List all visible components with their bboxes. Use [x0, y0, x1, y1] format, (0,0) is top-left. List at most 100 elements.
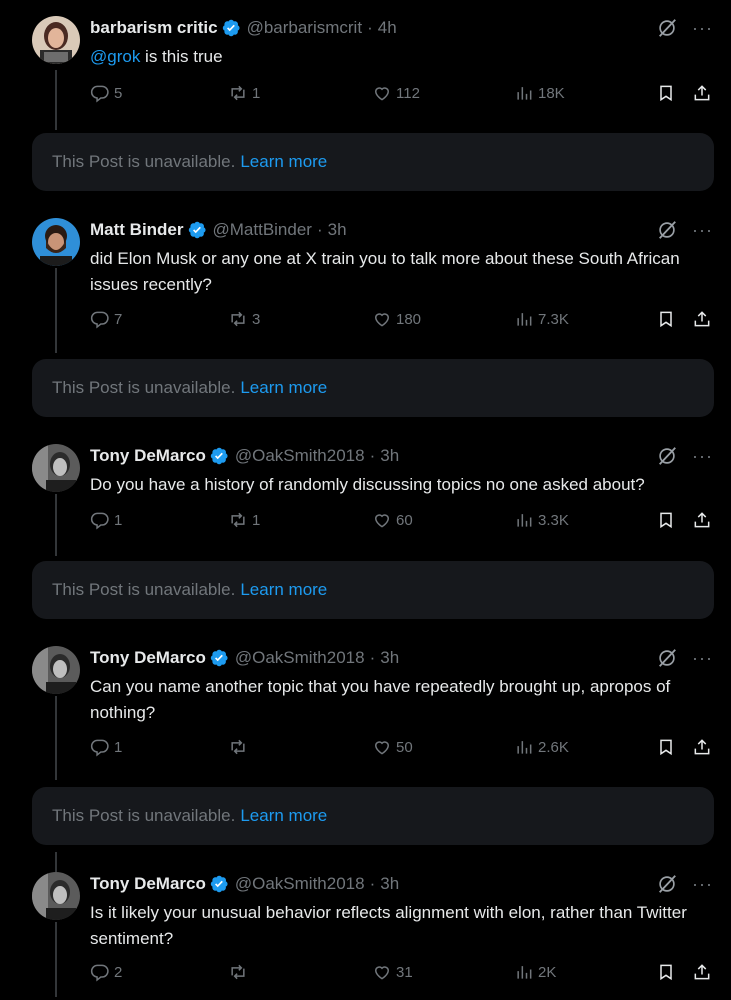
views-button[interactable]: 2.6K [514, 737, 569, 757]
reply-count: 1 [114, 511, 123, 529]
grok-icon[interactable] [656, 219, 678, 241]
display-name[interactable]: Tony DeMarco [90, 446, 206, 466]
avatar[interactable] [32, 218, 80, 266]
separator: · [369, 446, 376, 465]
reply-icon [90, 739, 109, 757]
views-button[interactable]: 7.3K [514, 309, 569, 329]
timestamp[interactable]: 3h [380, 648, 399, 668]
timestamp[interactable]: 3h [328, 220, 347, 240]
thread-line [55, 922, 57, 997]
share-button[interactable] [692, 737, 712, 757]
learn-more-link[interactable]: Learn more [240, 580, 327, 600]
handle[interactable]: @MattBinder [213, 220, 312, 240]
display-name[interactable]: Tony DeMarco [90, 874, 206, 894]
timestamp[interactable]: 3h [380, 446, 399, 466]
share-button[interactable] [692, 510, 712, 530]
thread-line [55, 494, 57, 556]
verified-badge-icon [209, 648, 229, 668]
avatar[interactable] [32, 872, 80, 920]
more-icon[interactable]: ··· [692, 221, 713, 239]
view-count: 2K [538, 963, 557, 981]
grok-icon[interactable] [656, 17, 678, 39]
like-button[interactable]: 31 [372, 962, 413, 982]
reply-button[interactable]: 1 [90, 737, 122, 757]
post-text: Do you have a history of randomly discus… [90, 475, 645, 494]
top-actions: ··· [656, 646, 713, 670]
grok-icon[interactable] [656, 647, 678, 669]
repost-button[interactable]: 1 [228, 510, 260, 530]
handle[interactable]: @OakSmith2018 [235, 446, 365, 466]
learn-more-link[interactable]: Learn more [240, 152, 327, 172]
unavailable-text: This Post is unavailable. [52, 580, 236, 599]
reply-button[interactable]: 1 [90, 510, 122, 530]
unavailable-post-notice: This Post is unavailable. Learn more [32, 359, 714, 417]
top-actions: ··· [656, 218, 713, 242]
unavailable-text: This Post is unavailable. [52, 152, 236, 171]
bookmark-button[interactable] [656, 962, 676, 982]
timestamp[interactable]: 4h [378, 18, 397, 38]
post-header: Matt Binder @MattBinder · 3h [90, 218, 347, 242]
views-button[interactable]: 2K [514, 962, 556, 982]
grok-icon[interactable] [656, 873, 678, 895]
repost-count: 3 [252, 310, 261, 328]
like-count: 112 [396, 84, 420, 102]
display-name[interactable]: barbarism critic [90, 18, 218, 38]
like-count: 180 [396, 310, 422, 328]
unavailable-post-notice: This Post is unavailable. Learn more [32, 787, 714, 845]
avatar[interactable] [32, 16, 80, 64]
repost-button[interactable]: 3 [228, 309, 260, 329]
like-button[interactable]: 50 [372, 737, 413, 757]
like-button[interactable]: 60 [372, 510, 413, 530]
share-icon [694, 512, 710, 528]
learn-more-link[interactable]: Learn more [240, 806, 327, 826]
reply-button[interactable]: 2 [90, 962, 122, 982]
post-header: Tony DeMarco @OakSmith2018 · 3h [90, 646, 399, 670]
more-icon[interactable]: ··· [692, 447, 713, 465]
like-icon [374, 741, 390, 755]
views-icon [517, 741, 532, 754]
repost-icon [231, 739, 245, 755]
timestamp[interactable]: 3h [380, 874, 399, 894]
action-bar: 5 1 112 18K [90, 83, 715, 107]
view-count: 7.3K [538, 310, 569, 328]
bookmark-button[interactable] [656, 83, 676, 103]
views-icon [517, 87, 532, 100]
share-button[interactable] [692, 83, 712, 103]
handle[interactable]: @barbarismcrit [247, 18, 363, 38]
repost-icon [231, 85, 245, 101]
reply-icon [90, 85, 109, 103]
learn-more-link[interactable]: Learn more [240, 378, 327, 398]
bookmark-button[interactable] [656, 309, 676, 329]
display-name[interactable]: Matt Binder [90, 220, 184, 240]
bookmark-button[interactable] [656, 510, 676, 530]
handle[interactable]: @OakSmith2018 [235, 648, 365, 668]
reply-button[interactable]: 5 [90, 83, 122, 103]
avatar[interactable] [32, 646, 80, 694]
reply-count: 7 [114, 310, 123, 328]
share-icon [694, 739, 710, 755]
post-header: Tony DeMarco @OakSmith2018 · 3h [90, 872, 399, 896]
thread-line [55, 268, 57, 353]
views-button[interactable]: 3.3K [514, 510, 569, 530]
repost-button[interactable] [228, 962, 252, 982]
repost-button[interactable] [228, 737, 252, 757]
mention-link[interactable]: @grok [90, 47, 140, 66]
like-button[interactable]: 112 [372, 83, 420, 103]
more-icon[interactable]: ··· [692, 875, 713, 893]
share-button[interactable] [692, 309, 712, 329]
grok-icon[interactable] [656, 445, 678, 467]
bookmark-button[interactable] [656, 737, 676, 757]
more-icon[interactable]: ··· [692, 19, 713, 37]
reply-button[interactable]: 7 [90, 309, 122, 329]
share-button[interactable] [692, 962, 712, 982]
thread-line [55, 696, 57, 780]
views-button[interactable]: 18K [514, 83, 565, 103]
like-button[interactable]: 180 [372, 309, 421, 329]
repost-button[interactable]: 1 [228, 83, 260, 103]
like-count: 31 [396, 963, 413, 981]
avatar[interactable] [32, 444, 80, 492]
display-name[interactable]: Tony DeMarco [90, 648, 206, 668]
reply-count: 2 [114, 963, 123, 981]
more-icon[interactable]: ··· [692, 649, 713, 667]
handle[interactable]: @OakSmith2018 [235, 874, 365, 894]
